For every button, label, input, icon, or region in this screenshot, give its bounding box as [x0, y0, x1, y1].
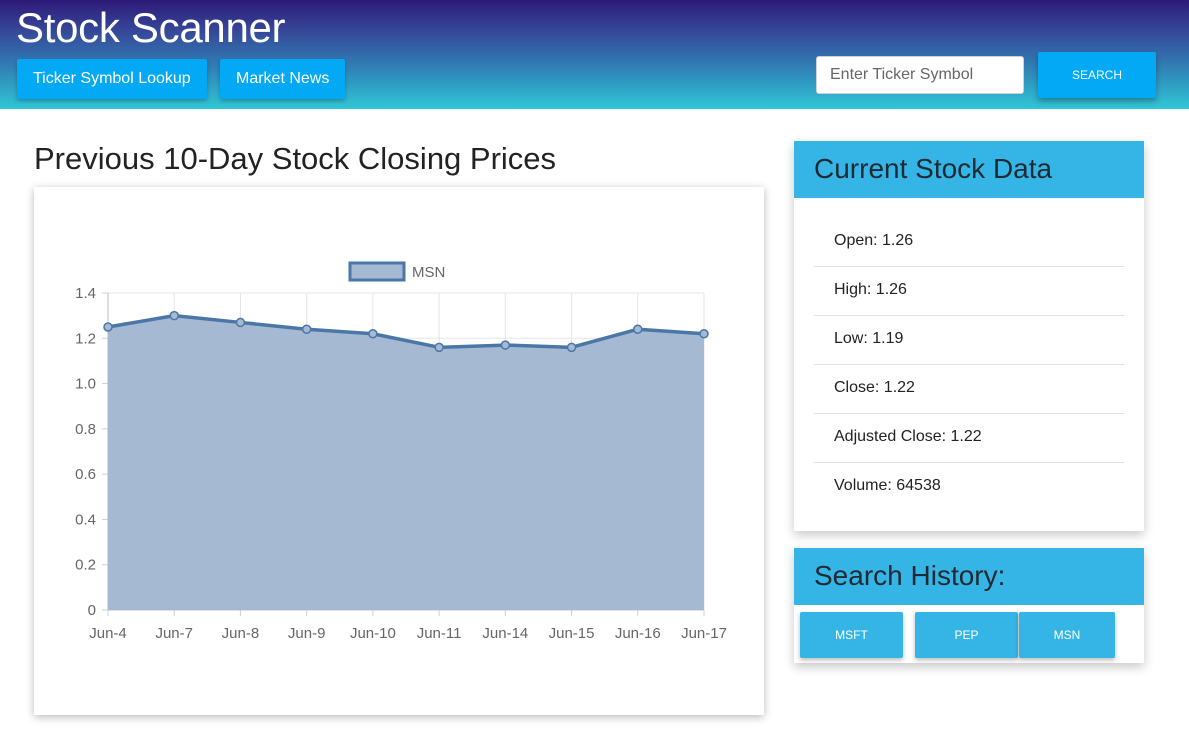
- market-news-button[interactable]: Market News: [220, 59, 346, 99]
- data-point: [566, 342, 577, 353]
- data-point: [235, 317, 246, 328]
- search-history-card: Search History: MSFT PEP MSN: [794, 548, 1144, 663]
- y-tick-label: 0.6: [75, 466, 96, 483]
- data-point: [699, 329, 709, 339]
- history-item-msn[interactable]: MSN: [1019, 612, 1115, 658]
- ticker-search-input[interactable]: [816, 56, 1024, 94]
- data-point: [169, 310, 179, 321]
- chart-heading: Previous 10-Day Stock Closing Prices: [34, 141, 557, 176]
- x-tick-label: Jun-7: [155, 625, 193, 642]
- data-point: [500, 340, 511, 350]
- x-tick-label: Jun-4: [89, 625, 127, 642]
- x-tick-label: Jun-8: [222, 625, 260, 642]
- app-title: Stock Scanner: [16, 4, 286, 51]
- stat-open: Open: 1.26: [814, 218, 1124, 267]
- data-point: [434, 342, 444, 353]
- current-stock-data-card: Current Stock Data Open: 1.26 High: 1.26…: [794, 141, 1144, 531]
- y-tick-label: 1.2: [75, 330, 96, 347]
- data-point: [103, 322, 113, 332]
- y-tick-label: 1.4: [75, 285, 96, 302]
- y-tick-label: 1.0: [75, 376, 96, 393]
- x-tick-label: Jun-10: [350, 625, 396, 642]
- x-tick-label: Jun-11: [417, 625, 462, 642]
- legend-swatch: [348, 261, 406, 282]
- series-area-msn: [108, 315, 704, 610]
- data-point: [301, 324, 312, 334]
- data-point: [368, 329, 378, 339]
- legend-label: MSN: [412, 264, 445, 281]
- app-header: Stock Scanner Ticker Symbol Lookup Marke…: [0, 0, 1189, 109]
- chart-card: 0 0.2 0.4 0.6 0.8 1.0 1.2 1.4 Jun-4 Jun-7 Jun-8 Jun…: [34, 187, 764, 715]
- stock-card-title: Current Stock Data: [794, 141, 1144, 198]
- x-tick-label: Jun-9: [288, 625, 326, 642]
- y-tick-label: 0.4: [75, 511, 96, 528]
- ticker-lookup-button[interactable]: Ticker Symbol Lookup: [17, 59, 207, 99]
- history-card-title: Search History:: [794, 548, 1144, 605]
- x-tick-label: Jun-16: [615, 625, 661, 642]
- x-tick-label: Jun-14: [482, 625, 528, 642]
- x-tick-label: Jun-17: [681, 625, 727, 642]
- stat-low: Low: 1.19: [814, 316, 1124, 365]
- y-tick-label: 0.2: [75, 557, 96, 574]
- closing-price-chart: 0 0.2 0.4 0.6 0.8 1.0 1.2 1.4 Jun-4 Jun-7 Jun-8 Jun…: [75, 261, 727, 642]
- stat-close: Close: 1.22: [814, 365, 1124, 414]
- search-button[interactable]: SEARCH: [1038, 52, 1156, 98]
- y-tick-label: 0.8: [75, 421, 96, 438]
- x-tick-label: Jun-15: [549, 625, 595, 642]
- history-item-pep[interactable]: PEP: [915, 612, 1018, 658]
- data-point: [633, 324, 643, 334]
- stat-adjusted-close: Adjusted Close: 1.22: [814, 414, 1124, 463]
- stat-volume: Volume: 64538: [834, 477, 941, 494]
- y-tick-label: 0: [88, 602, 96, 619]
- stock-stat-list: Open: 1.26 High: 1.26 Low: 1.19 Close: 1…: [794, 198, 1144, 512]
- stat-high: High: 1.26: [814, 267, 1124, 316]
- history-item-msft[interactable]: MSFT: [800, 612, 903, 658]
